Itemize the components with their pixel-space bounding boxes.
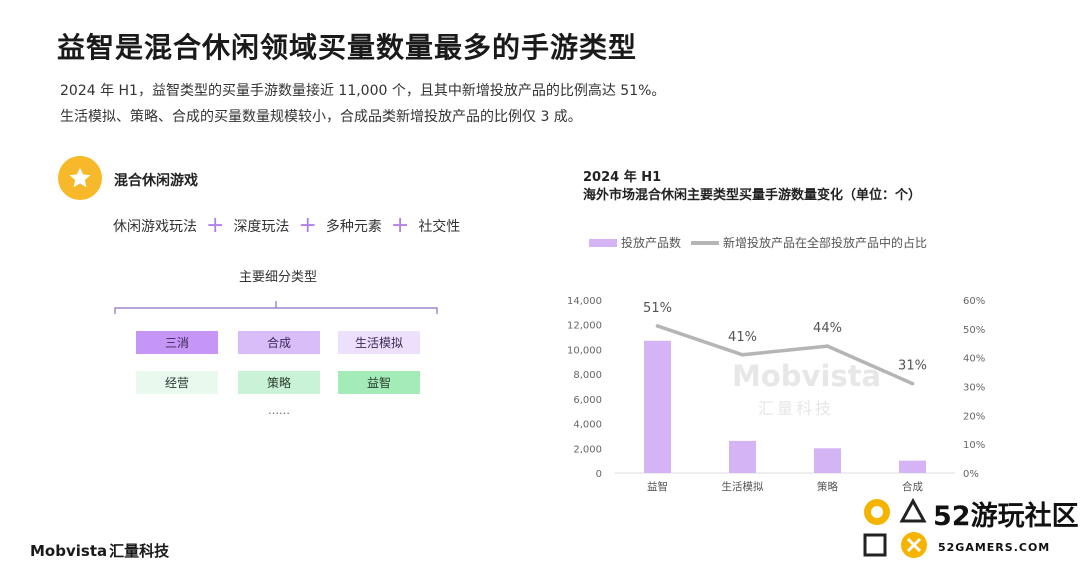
- plus-icon: +: [206, 213, 225, 238]
- bar: [729, 440, 756, 473]
- bar: [814, 448, 841, 473]
- y-left-tick-label: 6,000: [573, 395, 602, 406]
- y-right-tick-label: 30%: [963, 383, 985, 394]
- y-left-tick-label: 14,000: [567, 296, 602, 307]
- y-left-tick-label: 2,000: [573, 444, 602, 455]
- bar-line-chart: 0 2,000 4,000 6,000 8,000 10,000 12,000 14,000 0…: [567, 296, 985, 493]
- chart-title: 海外市场混合休闲主要类型买量手游数量变化（单位：个）: [583, 188, 922, 203]
- y-left-tick-label: 8,000: [573, 370, 602, 381]
- line-point: [910, 381, 915, 386]
- line-point: [740, 352, 745, 357]
- x-tick-label: 生活模拟: [722, 480, 764, 493]
- bar: [644, 340, 671, 473]
- subtype-tag: 益智: [338, 371, 420, 394]
- description-line-1: 2024 年 H1，益智类型的买量手游数量接近 11,000 个，且其中新增投放…: [60, 83, 666, 99]
- legend-label-line: 新增投放产品在全部投放产品中的占比: [723, 236, 928, 250]
- formula-term: 休闲游戏玩法: [113, 219, 197, 235]
- subtype-title: 主要细分类型: [239, 270, 318, 285]
- data-label: 31%: [898, 359, 927, 374]
- bracket-divider: [114, 301, 438, 314]
- plus-icon: +: [390, 213, 410, 238]
- x-tick-label: 策略: [817, 480, 838, 493]
- y-right-tick-label: 60%: [963, 296, 985, 307]
- x-tick-label: 益智: [647, 480, 668, 493]
- series-line: [656, 324, 914, 386]
- logo-brand-cn: 汇量科技: [109, 542, 170, 560]
- data-label: 51%: [643, 301, 672, 316]
- subtype-tag: 三消: [136, 331, 218, 354]
- chart-legend: 投放产品数 新增投放产品在全部投放产品中的占比: [589, 234, 927, 251]
- page-title: 益智是混合休闲领域买量数量最多的手游类型: [57, 31, 638, 64]
- legend-label-bar: 投放产品数: [621, 236, 682, 250]
- bar: [899, 460, 926, 473]
- y-left-tick-label: 12,000: [567, 321, 602, 332]
- y-left-tick-label: 4,000: [573, 420, 602, 431]
- mobvista-logo: Mobvista 汇量科技: [30, 540, 169, 561]
- y-left-tick-label: 10,000: [567, 345, 602, 356]
- site-logo-url: 52GAMERS.COM: [938, 541, 1051, 554]
- formula-term: 社交性: [418, 219, 461, 235]
- plus-icon: +: [298, 213, 317, 238]
- description-line-2: 生活模拟、策略、合成的买量数量规模较小，合成品类新增投放产品的比例仅 3 成。: [60, 109, 582, 125]
- formula-term: 深度玩法: [233, 219, 290, 235]
- section-title: 混合休闲游戏: [114, 173, 198, 189]
- site-logo-text: 52游玩社区: [933, 501, 1079, 532]
- legend-swatch-bar: [589, 238, 617, 247]
- line-point: [825, 344, 830, 348]
- y-right-tick-label: 0%: [963, 469, 979, 480]
- formula-term: 多种元素: [325, 219, 382, 235]
- subtype-tag: 生活模拟: [338, 331, 420, 354]
- subtype-tag: 策略: [238, 371, 320, 394]
- y-right-tick-label: 40%: [963, 354, 985, 365]
- gameplay-formula: 休闲游戏玩法 + 深度玩法 + 多种元素 + 社交性: [113, 213, 461, 238]
- line-point: [655, 324, 660, 328]
- more-indicator: ……: [268, 404, 290, 417]
- y-right-tick-label: 50%: [963, 325, 985, 336]
- subtype-tag: 合成: [238, 331, 320, 354]
- data-label: 41%: [728, 330, 757, 345]
- chart-title-period: 2024 年 H1: [583, 170, 662, 185]
- star-icon: [58, 156, 102, 200]
- data-label: 44%: [813, 321, 842, 336]
- y-right-tick-label: 10%: [963, 440, 985, 451]
- y-left-tick-label: 0: [596, 469, 602, 480]
- subtype-tag: 经营: [136, 371, 218, 394]
- y-right-tick-label: 20%: [963, 411, 985, 422]
- legend-swatch-line: [691, 240, 720, 245]
- logo-brand: Mobvista: [30, 542, 108, 560]
